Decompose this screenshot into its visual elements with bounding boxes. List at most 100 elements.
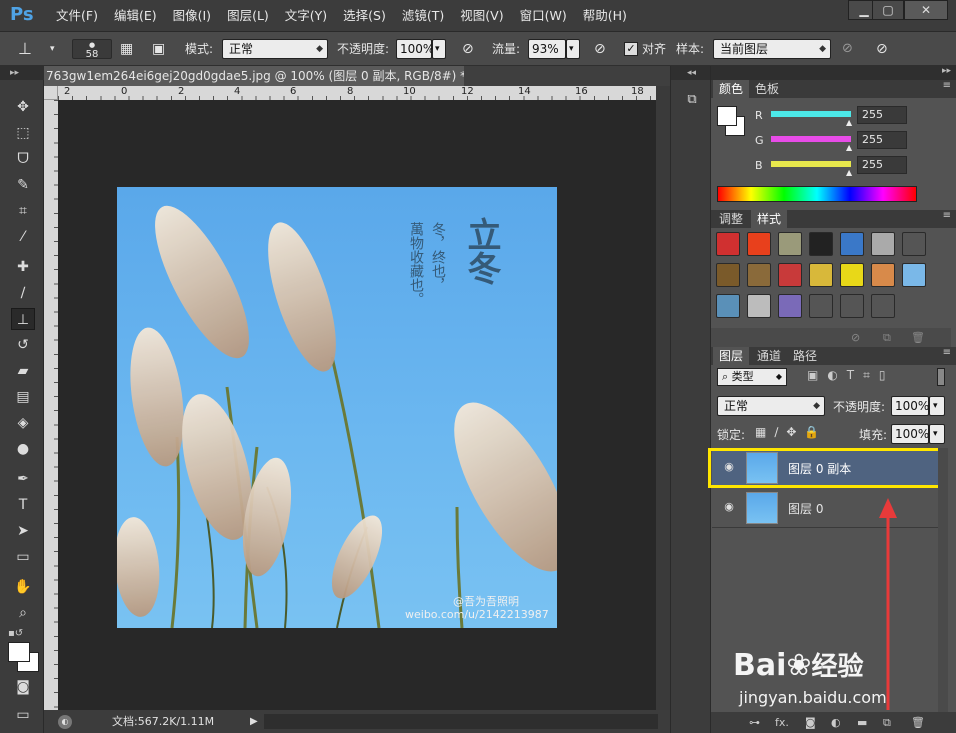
menu-select[interactable]: 选择(S) [335, 0, 394, 32]
path-select-tool-icon[interactable]: ➤ [11, 520, 35, 542]
visibility-eye-icon[interactable]: ◉ [722, 500, 736, 514]
menu-type[interactable]: 文字(Y) [277, 0, 335, 32]
move-tool-icon[interactable]: ✥ [11, 96, 35, 118]
fill-arrow-icon[interactable]: ▾ [929, 424, 945, 444]
ignore-adjustment-icon[interactable]: ⊘ [842, 39, 853, 59]
style-swatch[interactable] [778, 263, 802, 287]
slider-handle-icon[interactable]: ▲ [846, 143, 852, 152]
new-layer-icon[interactable]: ⧉ [883, 712, 891, 733]
panel-menu-icon[interactable]: ≡ [943, 347, 951, 358]
lasso-tool-icon[interactable]: ᗜ [11, 148, 35, 170]
hand-tool-icon[interactable]: ✋ [11, 576, 35, 598]
layer-name[interactable]: 图层 0 [788, 500, 823, 517]
document-tab[interactable]: 763gw1em264ei6gej20gd0gdae5.jpg @ 100% (… [44, 66, 464, 86]
history-panel-icon[interactable]: ⧉ [681, 92, 703, 112]
tool-preset-arrow-icon[interactable]: ▾ [50, 39, 60, 59]
layer-opacity-arrow-icon[interactable]: ▾ [929, 396, 945, 416]
ruler-origin[interactable] [44, 86, 58, 100]
channel-g-value[interactable]: 255 [857, 131, 907, 149]
color-foreground-swatch[interactable] [717, 106, 737, 126]
fx-icon[interactable]: fx. [775, 712, 789, 733]
blend-mode-select[interactable]: 正常 ◆ [717, 396, 825, 416]
tab-color[interactable]: 颜色 [713, 80, 750, 98]
tab-paths[interactable]: 路径 [787, 347, 823, 365]
pressure-size-icon[interactable]: ⊘ [876, 39, 888, 59]
adjustment-icon[interactable]: ◐ [831, 712, 841, 733]
pen-tool-icon[interactable]: ✒ [11, 468, 35, 490]
menu-view[interactable]: 视图(V) [452, 0, 511, 32]
eraser-tool-icon[interactable]: ▰ [11, 360, 35, 382]
horizontal-scrollbar[interactable] [264, 714, 658, 729]
panel-menu-icon[interactable]: ≡ [943, 210, 951, 221]
align-checkbox[interactable]: ✓ [624, 42, 638, 56]
shape-tool-icon[interactable]: ▭ [11, 546, 35, 568]
trash-icon[interactable]: 🗑 [911, 712, 925, 733]
layer-filter-select[interactable]: ⌕ 类型 ◆ [717, 368, 787, 386]
panel-collapse-icon[interactable]: ▸▸ [942, 66, 951, 76]
clone-stamp-tool-icon[interactable]: ⊥ [18, 39, 46, 59]
menu-window[interactable]: 窗口(W) [512, 0, 575, 32]
tab-adjustments[interactable]: 调整 [713, 210, 749, 228]
quick-mask-icon[interactable]: ◙ [11, 676, 35, 698]
status-menu-arrow-icon[interactable]: ▶ [250, 710, 258, 733]
ruler-top[interactable]: 2 0 2 4 6 8 10 12 14 16 18 [58, 86, 656, 100]
style-swatch[interactable] [840, 232, 864, 256]
style-swatch[interactable] [809, 263, 833, 287]
vertical-scrollbar[interactable] [656, 86, 670, 710]
brush-picker[interactable]: ● 58 [72, 39, 112, 60]
flow-input[interactable]: 93% [528, 39, 566, 59]
slider-handle-icon[interactable]: ▲ [846, 168, 852, 177]
expand-panels-icon[interactable]: ◂◂ [671, 66, 711, 80]
style-swatch[interactable] [840, 263, 864, 287]
fill-input[interactable]: 100% [891, 424, 929, 444]
menu-image[interactable]: 图像(I) [165, 0, 219, 32]
style-swatch[interactable] [902, 263, 926, 287]
dodge-tool-icon[interactable]: ● [11, 438, 35, 460]
channel-b-slider[interactable] [771, 161, 851, 167]
style-swatch[interactable] [716, 232, 740, 256]
trash-icon[interactable]: 🗑 [911, 328, 925, 348]
layer-filter-icons[interactable]: ▣◐T⌗▯ [807, 368, 895, 383]
flow-arrow-icon[interactable]: ▾ [566, 39, 580, 59]
screen-mode-icon[interactable]: ▭ [11, 704, 35, 726]
opacity-arrow-icon[interactable]: ▾ [432, 39, 446, 59]
default-colors-icon[interactable]: ▪↺ [8, 628, 23, 639]
document-image[interactable]: 立冬 冬，终也， 萬物收藏也。 @吾为吾照明 weibo.com/u/21422… [117, 187, 557, 628]
close-button[interactable]: ✕ [904, 0, 948, 20]
style-swatch[interactable] [747, 294, 771, 318]
layers-scrollbar[interactable] [938, 448, 948, 712]
style-swatch[interactable] [871, 263, 895, 287]
clear-style-icon[interactable]: ⊘ [851, 328, 860, 348]
style-swatch[interactable] [747, 263, 771, 287]
style-swatch[interactable] [871, 294, 895, 318]
ruler-left[interactable] [44, 100, 58, 710]
sample-select[interactable]: 当前图层 ◆ [713, 39, 831, 59]
layer-row[interactable]: ◉ 图层 0 [712, 488, 948, 528]
maximize-button[interactable]: ▢ [872, 0, 904, 20]
style-swatch[interactable] [716, 263, 740, 287]
tab-styles[interactable]: 样式 [751, 210, 788, 228]
tab-layers[interactable]: 图层 [713, 347, 750, 365]
slider-handle-icon[interactable]: ▲ [846, 118, 852, 127]
style-swatch[interactable] [871, 232, 895, 256]
opacity-input[interactable]: 100% [396, 39, 434, 59]
lock-icons[interactable]: ▦∕✥🔒 [755, 425, 827, 439]
layer-opacity-input[interactable]: 100% [891, 396, 929, 416]
style-swatch[interactable] [809, 294, 833, 318]
menu-layer[interactable]: 图层(L) [219, 0, 277, 32]
menu-file[interactable]: 文件(F) [48, 0, 106, 32]
channel-r-value[interactable]: 255 [857, 106, 907, 124]
menu-filter[interactable]: 滤镜(T) [394, 0, 452, 32]
pressure-opacity-icon[interactable]: ⊘ [462, 39, 474, 59]
menu-help[interactable]: 帮助(H) [575, 0, 635, 32]
channel-r-slider[interactable] [771, 111, 851, 117]
clone-stamp-tool-icon[interactable]: ⊥ [11, 308, 35, 330]
crop-tool-icon[interactable]: ⌗ [11, 200, 35, 222]
style-swatch[interactable] [778, 232, 802, 256]
healing-tool-icon[interactable]: ✚ [11, 256, 35, 278]
clone-source-icon[interactable]: ▣ [152, 39, 165, 59]
zoom-tool-icon[interactable]: ⌕ [11, 602, 35, 624]
eyedropper-tool-icon[interactable]: ⁄ [11, 226, 35, 248]
blur-tool-icon[interactable]: ◈ [11, 412, 35, 434]
filter-toggle[interactable] [937, 368, 945, 386]
